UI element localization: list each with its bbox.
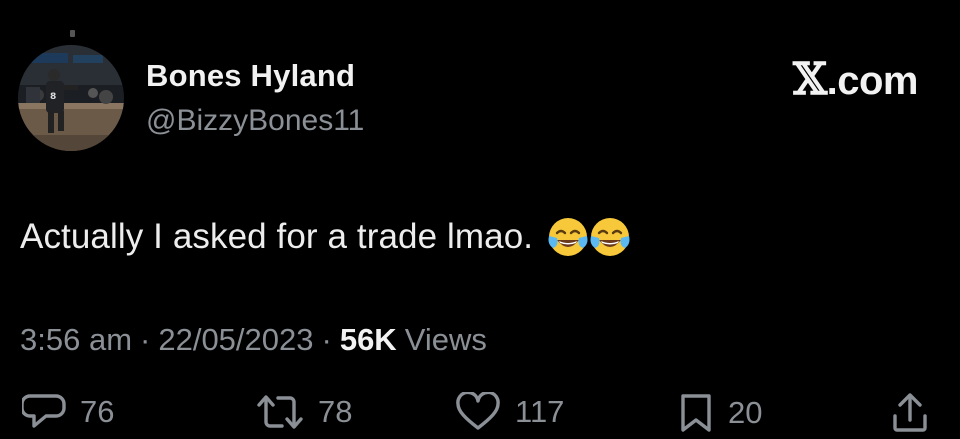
face-with-tears-of-joy-icon [548,218,588,256]
views-count[interactable]: 56K [340,322,397,358]
status-dot [70,30,75,37]
meta-separator: · [321,322,332,357]
tweet-date[interactable]: 22/05/2023 [158,322,313,358]
tweet-card: 8 Bones Hyland @BizzyBones11 𝕏.com Actua… [0,0,960,439]
tweet-time[interactable]: 3:56 am [20,322,132,358]
tweet-text: Actually I asked for a trade lmao. [20,217,534,256]
emoji-group [545,214,633,260]
avatar-photo-icon: 8 [18,45,124,151]
share-button[interactable] [890,392,930,434]
face-with-tears-of-joy-icon [590,218,630,256]
meta-separator: · [140,322,151,357]
author-handle[interactable]: @BizzyBones11 [146,104,364,138]
share-icon [893,393,927,432]
tweet-actions-bar: 76 78 117 20 [0,392,960,439]
like-count: 117 [515,394,565,429]
reply-icon [22,394,66,428]
tweet-body: Actually I asked for a trade lmao. [20,214,633,260]
x-logo-icon: 𝕏 [793,54,827,105]
bookmark-button[interactable]: 20 [678,392,762,434]
heart-icon [456,392,500,430]
repost-icon [257,395,303,429]
views-label: Views [404,322,487,357]
repost-button[interactable]: 78 [256,392,352,432]
author-display-name[interactable]: Bones Hyland [146,58,355,94]
reply-count: 76 [80,394,115,429]
repost-count: 78 [318,394,353,429]
tweet-metadata: 3:56 am · 22/05/2023 · 56K Views [20,322,487,358]
x-brand-logo: 𝕏.com [793,54,919,105]
like-button[interactable]: 117 [455,392,564,432]
avatar[interactable]: 8 [18,45,124,151]
reply-button[interactable]: 76 [22,392,114,432]
svg-text:8: 8 [50,92,56,102]
bookmark-icon [681,394,711,432]
bookmark-count: 20 [728,395,763,430]
brand-suffix: .com [826,59,919,103]
